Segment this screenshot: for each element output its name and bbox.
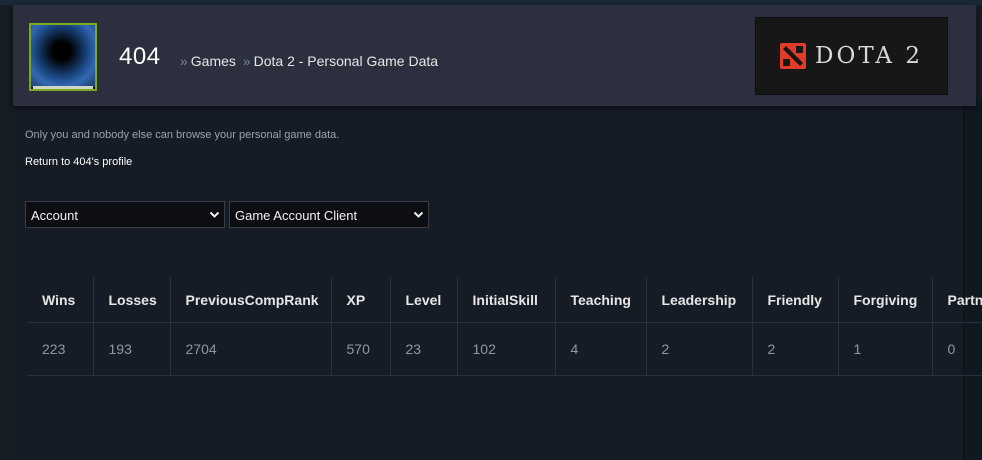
table-cell: 570: [331, 322, 391, 376]
table-cell: 193: [93, 322, 171, 376]
avatar[interactable]: [29, 23, 97, 91]
table-cell: 2: [752, 322, 839, 376]
column-header: Level: [390, 277, 458, 323]
category-select-value: Account: [31, 208, 78, 223]
profile-header: 404 » Games » Dota 2 - Personal Game Data …: [13, 5, 976, 106]
avatar-status-bar: [33, 86, 93, 89]
avatar-image: [31, 25, 95, 87]
return-to-profile-link[interactable]: Return to 404's profile: [25, 156, 132, 168]
table-cell: 2704: [170, 322, 332, 376]
table-select[interactable]: Game Account Client: [229, 201, 429, 228]
breadcrumb-games-link[interactable]: Games: [191, 53, 236, 69]
table-cell: 23: [390, 322, 458, 376]
column-header: PreviousCompRank: [170, 277, 332, 323]
breadcrumb: » Games » Dota 2 - Personal Game Data: [177, 53, 438, 69]
column-header: Friendly: [752, 277, 839, 323]
table-cell: 2: [646, 322, 753, 376]
game-logo[interactable]: DOTA 2: [755, 17, 948, 95]
category-select[interactable]: Account: [25, 201, 225, 228]
privacy-notice: Only you and nobody else can browse your…: [25, 129, 340, 141]
column-header: InitialSkill: [457, 277, 556, 323]
table-row: 223 193 2704 570 23 102 4 2 2 1 0: [27, 322, 982, 376]
chevron-down-icon: [209, 211, 220, 218]
breadcrumb-separator: »: [180, 53, 188, 69]
table-select-value: Game Account Client: [235, 208, 358, 223]
column-header: Leadership: [646, 277, 753, 323]
table-cell: 0: [932, 322, 982, 376]
table-cell: 4: [555, 322, 647, 376]
column-header: XP: [331, 277, 391, 323]
column-header: Forgiving: [838, 277, 933, 323]
column-header: Teaching: [555, 277, 647, 323]
game-logo-text: DOTA 2: [815, 43, 923, 69]
table-cell: 102: [457, 322, 556, 376]
column-header: Partner: [932, 277, 982, 323]
table-header-row: Wins Losses PreviousCompRank XP Level In…: [27, 277, 982, 323]
breadcrumb-current: Dota 2 - Personal Game Data: [253, 53, 439, 69]
table-cell: 223: [27, 322, 94, 376]
profile-name[interactable]: 404: [119, 43, 161, 71]
chevron-down-icon: [413, 211, 424, 218]
stats-table: Wins Losses PreviousCompRank XP Level In…: [27, 277, 982, 376]
breadcrumb-separator: »: [242, 53, 251, 69]
table-cell: 1: [838, 322, 933, 376]
column-header: Losses: [93, 277, 171, 323]
column-header: Wins: [27, 277, 94, 323]
page: 404 » Games » Dota 2 - Personal Game Data …: [0, 0, 982, 460]
dota-logo-icon: [780, 43, 807, 69]
